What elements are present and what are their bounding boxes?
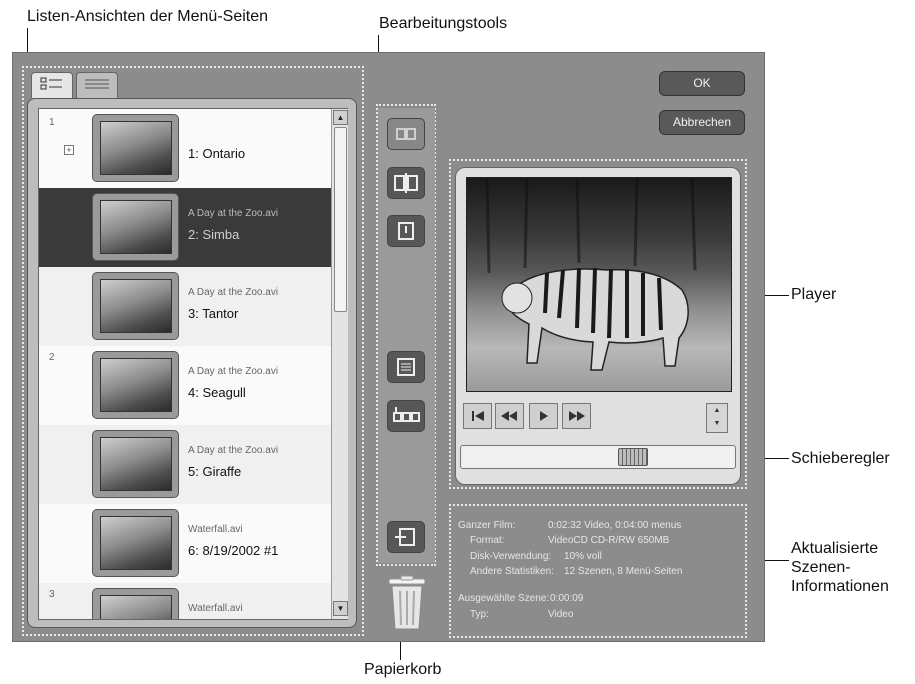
callout-list-views: Listen-Ansichten der Menü-Seiten (27, 8, 269, 25)
thumbnail-frame (92, 509, 179, 577)
format-label: Format: (470, 535, 505, 546)
scroll-up-button[interactable]: ▲ (333, 110, 348, 125)
expand-icon[interactable]: + (64, 145, 74, 155)
page-link-icon (395, 528, 415, 546)
thumbnail-frame (92, 351, 179, 419)
rewind-icon (501, 411, 517, 421)
volume-down-icon[interactable]: ▼ (707, 417, 727, 430)
merge-scenes-button[interactable] (387, 118, 425, 150)
scene-source: A Day at the Zoo.avi (188, 366, 279, 377)
cancel-button[interactable]: Abbrechen (659, 110, 745, 135)
scene-title: 6: 8/19/2002 #1 (188, 543, 279, 558)
page-link-button[interactable] (387, 521, 425, 553)
list-item[interactable]: 2 A Day at the Zoo.avi 4: Seagull (39, 346, 332, 425)
scene-thumbnail (100, 279, 172, 333)
callout-info-1: Aktualisierte (791, 540, 879, 557)
scene-list[interactable]: 1 + 1: Ontario A Day at the Zoo.avi 2: S… (38, 108, 348, 620)
list-item[interactable]: Waterfall.avi 6: 8/19/2002 #1 (39, 504, 332, 583)
disk-usage-value: 10% voll (564, 551, 602, 562)
scrubber-thumb[interactable] (618, 448, 648, 466)
scene-source: Waterfall.avi (188, 524, 243, 535)
text-view-icon (85, 79, 109, 89)
play-icon (540, 411, 548, 421)
numbering-icon (393, 407, 420, 422)
stats-label: Andere Statistiken: (470, 566, 554, 577)
stats-value: 12 Szenen, 8 Menü-Seiten (564, 566, 683, 577)
page-number: 3 (49, 589, 55, 600)
list-item[interactable]: 3 Waterfall.avi (39, 583, 332, 619)
list-item[interactable]: A Day at the Zoo.avi 3: Tantor (39, 267, 332, 346)
split-scenes-button[interactable] (387, 167, 425, 199)
scene-thumbnail (100, 437, 172, 491)
scene-thumbnail (100, 595, 172, 619)
total-film-label: Ganzer Film: (458, 520, 516, 531)
thumbnail-frame (92, 114, 179, 182)
rewind-button[interactable] (495, 403, 524, 429)
menu-properties-icon (397, 358, 415, 376)
scene-thumbnail (100, 121, 172, 175)
thumbnail-view-icon (40, 77, 62, 90)
fast-forward-button[interactable] (562, 403, 591, 429)
tab-text-view[interactable] (76, 72, 118, 98)
scene-list-scrollbar[interactable]: ▲ ▼ (331, 109, 348, 619)
scene-title: 1: Ontario (188, 146, 246, 161)
trash-bin[interactable] (386, 575, 428, 631)
scene-thumbnail (100, 516, 172, 570)
thumbnail-frame (92, 272, 179, 340)
disk-usage-label: Disk-Verwendung: (470, 551, 552, 562)
type-label: Typ: (470, 609, 489, 620)
ok-button[interactable]: OK (659, 71, 745, 96)
thumbnail-frame (92, 588, 179, 619)
selected-scene-value: 0:00:09 (550, 593, 584, 604)
thumbnail-frame (92, 193, 179, 261)
menu-properties-button[interactable] (387, 351, 425, 383)
scene-source: A Day at the Zoo.avi (188, 208, 279, 219)
page-number: 1 (49, 117, 55, 128)
list-item[interactable]: A Day at the Zoo.avi 5: Giraffe (39, 425, 332, 504)
play-button[interactable] (529, 403, 558, 429)
scroll-down-button[interactable]: ▼ (333, 601, 348, 616)
format-value: VideoCD CD-R/RW 650MB (548, 535, 670, 546)
scene-source: A Day at the Zoo.avi (188, 287, 279, 298)
trash-icon (388, 575, 426, 630)
list-item[interactable]: A Day at the Zoo.avi 2: Simba (39, 188, 332, 267)
scene-title: 5: Giraffe (188, 464, 242, 479)
skip-start-icon (472, 411, 484, 421)
fast-forward-icon (569, 411, 585, 421)
callout-info-2: Szenen- (791, 559, 851, 576)
callout-player: Player (791, 286, 837, 303)
callout-edit-tools: Bearbeitungstools (379, 15, 508, 32)
scene-source: A Day at the Zoo.avi (188, 445, 279, 456)
total-film-value: 0:02:32 Video, 0:04:00 menus (548, 520, 682, 531)
list-item[interactable]: 1 + 1: Ontario (39, 109, 332, 188)
volume-up-icon[interactable]: ▲ (707, 404, 727, 417)
video-preview (466, 177, 732, 392)
scene-thumbnail (100, 200, 172, 254)
scene-title: 3: Tantor (188, 306, 239, 321)
scene-thumbnail (100, 358, 172, 412)
set-thumbnail-button[interactable] (387, 215, 425, 247)
thumbnail-frame (92, 430, 179, 498)
set-thumbnail-icon (398, 222, 414, 240)
go-to-start-button[interactable] (463, 403, 492, 429)
page-number: 2 (49, 352, 55, 363)
selected-scene-label: Ausgewählte Szene: (458, 593, 550, 604)
callout-slider: Schieberegler (791, 450, 890, 467)
scene-title: 2: Simba (188, 227, 240, 242)
scene-source: Waterfall.avi (188, 603, 243, 614)
callout-info-3: Informationen (791, 578, 889, 595)
scroll-thumb[interactable] (334, 127, 347, 312)
tab-thumbnail-view[interactable] (31, 72, 73, 98)
scene-info: Ganzer Film: 0:02:32 Video, 0:04:00 menu… (456, 508, 741, 633)
merge-scenes-icon (396, 128, 416, 140)
type-value: Video (548, 609, 574, 620)
callout-trash: Papierkorb (364, 661, 442, 678)
numbering-button[interactable] (387, 400, 425, 432)
video-frame-image (485, 178, 697, 371)
scene-title: 4: Seagull (188, 385, 246, 400)
split-scenes-icon (394, 173, 418, 193)
volume-stepper[interactable]: ▲ ▼ (706, 403, 728, 433)
scrubber-track[interactable] (460, 445, 736, 469)
